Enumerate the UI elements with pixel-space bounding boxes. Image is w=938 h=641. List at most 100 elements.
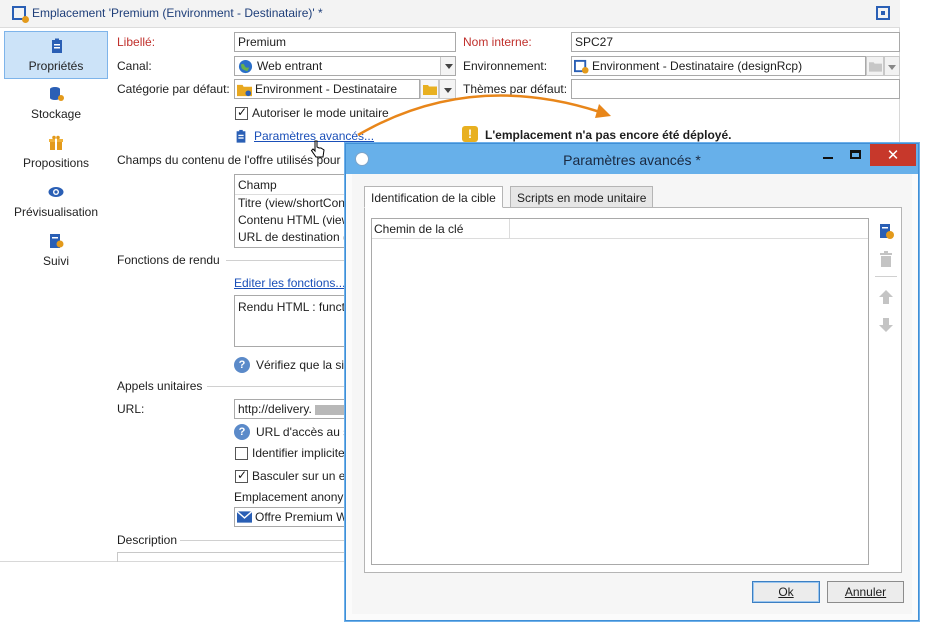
ok-button[interactable]: Ok xyxy=(752,581,820,603)
nav-label: Stockage xyxy=(30,107,82,121)
maximize-button[interactable] xyxy=(842,144,870,166)
environnement-label: Environnement: xyxy=(463,59,548,73)
column-header-chemin[interactable]: Chemin de la clé xyxy=(372,219,510,239)
list-item[interactable]: URL de destination ( xyxy=(238,230,347,244)
champs-list[interactable]: Champ Titre (view/shortCon Contenu HTML … xyxy=(234,174,355,248)
environnement-value: Environment - Destinataire (designRcp) xyxy=(592,59,803,73)
environnement-dropdown[interactable] xyxy=(884,56,900,76)
expand-icon[interactable] xyxy=(876,6,890,20)
autoriser-label: Autoriser le mode unitaire xyxy=(252,106,389,120)
categorie-dropdown[interactable] xyxy=(439,79,456,99)
folder-icon xyxy=(423,85,437,95)
nav-item-proprietes[interactable]: Propriétés xyxy=(4,31,108,79)
categorie-value: Environment - Destinataire xyxy=(255,82,398,96)
clipboard-icon xyxy=(236,129,246,143)
emplacement-anonyme-input[interactable]: Offre Premium W xyxy=(234,507,354,527)
clipboard-icon xyxy=(52,38,62,53)
environnement-input[interactable]: Environment - Destinataire (designRcp) xyxy=(571,56,866,76)
list-item[interactable]: Rendu HTML : functi xyxy=(238,300,348,314)
list-header: Champ xyxy=(238,178,277,192)
libelle-label: Libellé: xyxy=(117,35,156,49)
warning-icon: ! xyxy=(462,126,478,142)
section-divider xyxy=(207,386,347,387)
chevron-down-icon[interactable] xyxy=(440,57,455,75)
envelope-icon xyxy=(237,511,252,523)
nom-interne-label: Nom interne: xyxy=(463,35,532,49)
nom-interne-input[interactable]: SPC27 xyxy=(571,32,900,52)
identifier-label: Identifier implicite xyxy=(252,446,345,460)
database-icon xyxy=(50,87,64,101)
tracking-icon xyxy=(50,234,64,248)
nav-label: Suivi xyxy=(42,254,69,268)
editer-fonctions-link[interactable]: Editer les fonctions... xyxy=(234,276,345,290)
url-help-text: URL d'accès au se xyxy=(256,425,356,439)
nav-label: Propositions xyxy=(22,156,90,170)
emplacement-anonyme-label: Emplacement anony xyxy=(234,490,344,504)
nav-item-suivi[interactable]: Suivi xyxy=(4,227,108,275)
placement-icon xyxy=(12,6,29,23)
gift-icon xyxy=(49,135,63,150)
minimize-icon xyxy=(823,157,833,159)
url-value: http://delivery. xyxy=(238,402,312,416)
arrow-up-icon[interactable] xyxy=(877,288,895,306)
basculer-checkbox[interactable] xyxy=(235,468,248,483)
url-label: URL: xyxy=(117,402,145,416)
dialog-body: Identification de la cible Scripts en mo… xyxy=(352,174,912,614)
canal-label: Canal: xyxy=(117,59,152,73)
fonctions-section-title: Fonctions de rendu xyxy=(117,253,220,267)
verifiez-text: Vérifiez que la sig xyxy=(256,358,351,372)
left-nav: Propriétés Stockage Propositions Prévisu… xyxy=(2,30,110,560)
nav-item-propositions[interactable]: Propositions xyxy=(4,129,108,177)
autoriser-checkbox[interactable] xyxy=(235,105,248,120)
toolbar-divider xyxy=(875,276,897,277)
folder-button[interactable] xyxy=(866,56,884,76)
nav-label: Propriétés xyxy=(28,59,84,73)
folder-category-icon xyxy=(237,84,252,97)
cancel-button[interactable]: Annuler xyxy=(827,581,904,603)
categorie-folder-button[interactable] xyxy=(420,79,439,99)
canal-value: Web entrant xyxy=(257,59,323,73)
basculer-label: Basculer sur un en xyxy=(252,469,353,483)
list-divider xyxy=(235,194,355,195)
redacted-block xyxy=(315,404,346,415)
close-button[interactable]: ✕ xyxy=(870,144,916,166)
window-titlebar: Emplacement 'Premium (Environment - Dest… xyxy=(0,0,900,28)
globe-icon xyxy=(238,59,253,74)
libelle-input[interactable]: Premium xyxy=(234,32,456,52)
section-divider xyxy=(226,260,346,261)
section-divider xyxy=(180,540,347,541)
themes-input[interactable] xyxy=(571,79,900,99)
folder-icon xyxy=(869,62,882,72)
tab-scripts[interactable]: Scripts en mode unitaire xyxy=(510,186,654,208)
url-input[interactable]: http://delivery. xyxy=(234,399,354,419)
dialog-titlebar: Paramètres avancés * ✕ xyxy=(346,144,918,174)
identifier-checkbox[interactable] xyxy=(235,447,248,460)
help-icon: ? xyxy=(234,357,250,373)
rendu-list[interactable]: Rendu HTML : functi xyxy=(234,295,354,347)
list-item[interactable]: Contenu HTML (view xyxy=(238,213,350,227)
arrow-down-icon[interactable] xyxy=(877,316,895,334)
add-icon[interactable] xyxy=(877,222,895,240)
categorie-input[interactable]: Environment - Destinataire xyxy=(234,79,420,99)
tab-identification[interactable]: Identification de la cible xyxy=(364,186,503,208)
key-path-grid[interactable]: Chemin de la clé xyxy=(371,218,869,565)
themes-label: Thèmes par défaut: xyxy=(463,82,568,96)
eye-icon xyxy=(48,187,64,197)
tab-panel: Chemin de la clé xyxy=(364,207,902,573)
nav-label: Prévisualisation xyxy=(13,205,99,219)
list-item[interactable]: Titre (view/shortCon xyxy=(238,196,345,210)
nav-item-previsualisation[interactable]: Prévisualisation xyxy=(4,178,108,226)
trash-icon[interactable] xyxy=(877,250,895,268)
champs-section-title: Champs du contenu de l'offre utilisés po… xyxy=(117,153,341,167)
appels-section-title: Appels unitaires xyxy=(117,379,203,393)
maximize-icon xyxy=(850,150,861,159)
nav-item-stockage[interactable]: Stockage xyxy=(4,80,108,128)
window-title: Emplacement 'Premium (Environment - Dest… xyxy=(32,6,323,20)
minimize-button[interactable] xyxy=(814,144,842,166)
close-icon: ✕ xyxy=(886,147,900,164)
description-input[interactable] xyxy=(117,552,347,562)
canal-select[interactable]: Web entrant xyxy=(234,56,456,76)
description-section-title: Description xyxy=(117,533,178,547)
chevron-down-icon xyxy=(444,88,452,93)
advanced-params-dialog: Paramètres avancés * ✕ Identification de… xyxy=(345,143,919,621)
